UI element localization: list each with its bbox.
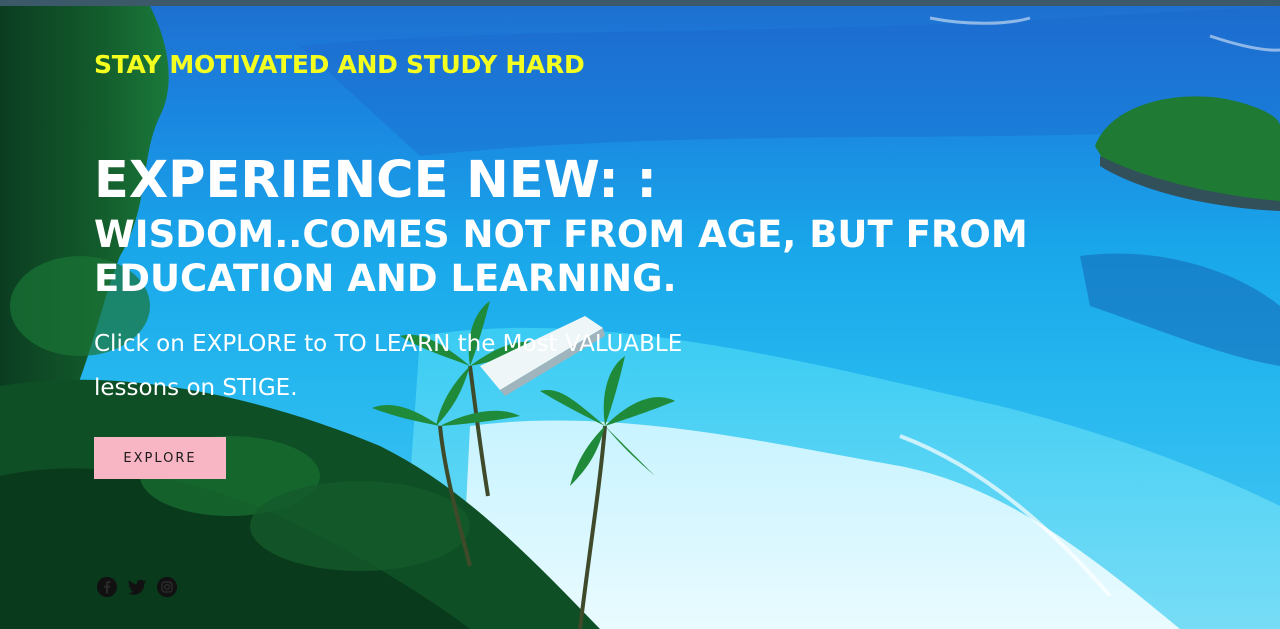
background-beach-image [0,6,1280,629]
intro-text: Click on EXPLORE to TO LEARN the Most VA… [94,331,683,401]
explore-button[interactable]: EXPLORE [94,437,226,479]
instagram-icon[interactable] [156,576,178,598]
subheadline: WISDOM..COMES NOT FROM AGE, BUT FROM EDU… [94,213,1028,300]
headline: EXPERIENCE NEW: : [94,151,657,210]
hero-section: STAY MOTIVATED AND STUDY HARD EXPERIENCE… [0,0,1280,629]
twitter-icon[interactable] [126,576,148,598]
social-links [96,576,178,598]
tagline: STAY MOTIVATED AND STUDY HARD [94,50,585,79]
facebook-icon[interactable] [96,576,118,598]
